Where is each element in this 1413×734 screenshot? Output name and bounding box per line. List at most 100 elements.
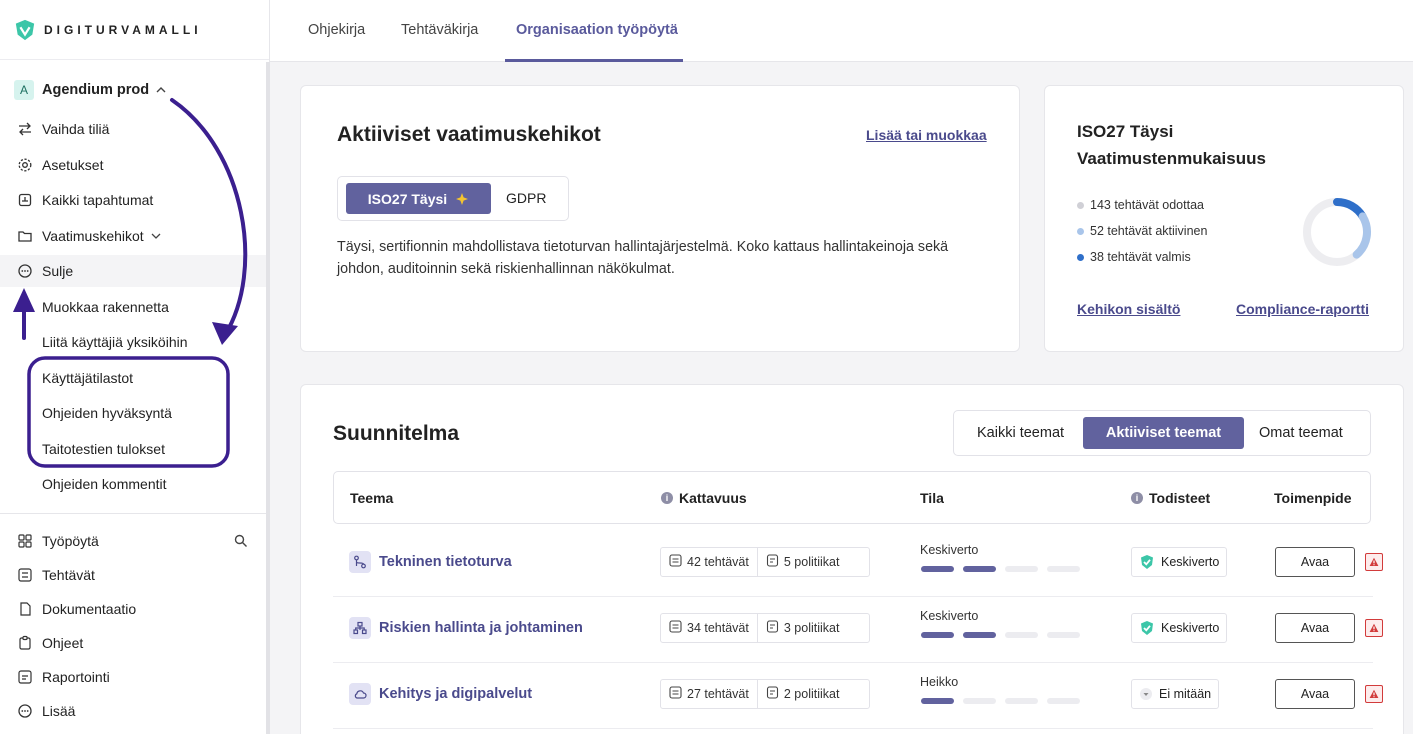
legend-dot — [1077, 253, 1084, 261]
theme-link[interactable]: Tekninen tietoturva — [379, 554, 512, 570]
more-icon — [16, 702, 34, 720]
nav-tasks[interactable]: Tehtävät — [0, 559, 266, 591]
table-row: Kehitys ja digipalvelut 27 tehtävät 2 po… — [333, 663, 1383, 729]
plan-table-header: Teema i Kattavuus Tila i Todisteet Toimenp… — [333, 471, 1371, 524]
policy-icon — [766, 620, 779, 636]
submenu-guide-approval[interactable]: Ohjeiden hyväksyntä — [42, 405, 172, 421]
status-bar-segment — [963, 566, 996, 572]
status-bar-segment — [921, 698, 954, 704]
theme-link[interactable]: Riskien hallinta ja johtaminen — [379, 620, 583, 636]
tasks-count: 27 tehtävät — [661, 680, 757, 708]
tasks-count: 34 tehtävät — [661, 614, 757, 642]
grid-icon — [16, 532, 34, 550]
search-icon[interactable] — [234, 534, 248, 548]
legend-active: 52 tehtävät aktiivinen — [1077, 224, 1207, 238]
frameworks-card: Aktiiviset vaatimuskehikot Lisää tai muo… — [300, 85, 1020, 352]
col-action: Toimenpide — [1274, 490, 1352, 506]
tab-taskbook[interactable]: Tehtäväkirja — [401, 22, 478, 38]
nav-reporting[interactable]: Raportointi — [0, 661, 266, 693]
nav-label: Raportointi — [42, 669, 110, 685]
shield-logo-icon — [15, 19, 35, 40]
menu-label: Sulje — [42, 263, 74, 279]
filter-own-themes[interactable]: Omat teemat — [1259, 425, 1343, 441]
framework-pill-gdpr[interactable]: GDPR — [506, 190, 546, 206]
submenu-link-users[interactable]: Liitä käyttäjiä yksiköihin — [42, 334, 188, 350]
tasks-icon — [669, 620, 682, 636]
theme-link[interactable]: Kehitys ja digipalvelut — [379, 686, 532, 702]
tasks-count: 42 tehtävät — [661, 548, 757, 576]
tasks-icon — [669, 686, 682, 702]
nav-label: Työpöytä — [42, 533, 99, 549]
evidence-medium-icon — [1139, 554, 1155, 570]
legend-done: 38 tehtävät valmis — [1077, 250, 1191, 264]
status-label: Keskiverto — [920, 609, 979, 623]
framework-content-link[interactable]: Kehikon sisältö — [1077, 301, 1180, 317]
tab-org-dashboard[interactable]: Organisaation työpöytä — [516, 22, 678, 38]
tasks-icon — [16, 566, 34, 584]
document-icon — [16, 600, 34, 618]
events-icon — [16, 191, 34, 209]
cloud-icon — [349, 683, 371, 705]
warning-icon[interactable] — [1365, 619, 1383, 637]
col-label: Teema — [350, 490, 394, 506]
compliance-donut-chart — [1303, 198, 1371, 266]
plan-title: Suunnitelma — [333, 422, 460, 445]
status-bar-segment — [1047, 632, 1080, 638]
col-label: Todisteet — [1149, 490, 1211, 506]
legend-label: 143 tehtävät odottaa — [1090, 198, 1204, 212]
col-label: Tila — [920, 490, 944, 506]
status-bar-segment — [1047, 698, 1080, 704]
nav-guides[interactable]: Ohjeet — [0, 627, 266, 659]
menu-label: Vaatimuskehikot — [42, 228, 144, 244]
menu-all-events[interactable]: Kaikki tapahtumat — [0, 184, 266, 216]
info-icon[interactable]: i — [661, 492, 673, 504]
branch-icon — [349, 551, 371, 573]
filter-all-themes[interactable]: Kaikki teemat — [977, 425, 1064, 441]
compliance-report-link[interactable]: Compliance-raportti — [1236, 301, 1369, 317]
menu-settings[interactable]: Asetukset — [0, 149, 266, 181]
open-button[interactable]: Avaa — [1275, 547, 1355, 577]
compliance-title: ISO27 Täysi Vaatimustenmukaisuus — [1077, 122, 1266, 168]
folder-icon — [16, 227, 34, 245]
brand-logo[interactable]: DIGITURVAMALLI — [0, 0, 269, 60]
open-button[interactable]: Avaa — [1275, 679, 1355, 709]
evidence-none-icon — [1139, 687, 1153, 701]
tab-handbook[interactable]: Ohjekirja — [308, 22, 365, 38]
frameworks-title: Aktiiviset vaatimuskehikot — [337, 123, 601, 146]
col-coverage: i Kattavuus — [661, 490, 747, 506]
org-switcher[interactable]: A Agendium prod — [14, 80, 167, 100]
donut-slice-active — [1352, 212, 1371, 259]
warning-icon[interactable] — [1365, 685, 1383, 703]
open-button[interactable]: Avaa — [1275, 613, 1355, 643]
evidence-label: Keskiverto — [1161, 621, 1220, 635]
warning-icon[interactable] — [1365, 553, 1383, 571]
status-bar-segment — [1047, 566, 1080, 572]
edit-frameworks-link[interactable]: Lisää tai muokkaa — [866, 127, 987, 143]
framework-pill-iso27[interactable]: ISO27 Täysi — [346, 183, 491, 214]
tasks-label: 42 tehtävät — [687, 555, 749, 569]
nav-more[interactable]: Lisää — [0, 695, 266, 727]
menu-switch-account[interactable]: Vaihda tiliä — [0, 113, 266, 145]
menu-frameworks[interactable]: Vaatimuskehikot — [0, 220, 266, 252]
clipboard-icon — [16, 634, 34, 652]
brand-name: DIGITURVAMALLI — [44, 22, 202, 37]
submenu-edit-structure[interactable]: Muokkaa rakennetta — [42, 299, 169, 315]
status-bar-segment — [1005, 632, 1038, 638]
evidence-badge: Ei mitään — [1131, 679, 1220, 709]
tasks-label: 34 tehtävät — [687, 621, 749, 635]
menu-close[interactable]: Sulje — [0, 255, 266, 287]
table-row: Riskien hallinta ja johtaminen 34 tehtäv… — [333, 597, 1383, 663]
sidebar-scrollbar[interactable] — [266, 62, 270, 734]
filter-active-themes[interactable]: Aktiiviset teemat — [1083, 417, 1244, 449]
col-theme: Teema — [350, 490, 393, 506]
swap-icon — [16, 120, 34, 138]
submenu-guide-comments[interactable]: Ohjeiden kommentit — [42, 476, 167, 492]
submenu-skilltest-results[interactable]: Taitotestien tulokset — [42, 441, 165, 457]
nav-documentation[interactable]: Dokumentaatio — [0, 593, 266, 625]
sparkle-star-icon — [456, 192, 469, 205]
info-icon[interactable]: i — [1131, 492, 1143, 504]
nav-dashboard[interactable]: Työpöytä — [0, 525, 266, 557]
legend-dot — [1077, 227, 1084, 235]
submenu-user-stats[interactable]: Käyttäjätilastot — [42, 370, 133, 386]
theme-filter: Kaikki teemat Aktiiviset teemat Omat tee… — [953, 410, 1371, 456]
